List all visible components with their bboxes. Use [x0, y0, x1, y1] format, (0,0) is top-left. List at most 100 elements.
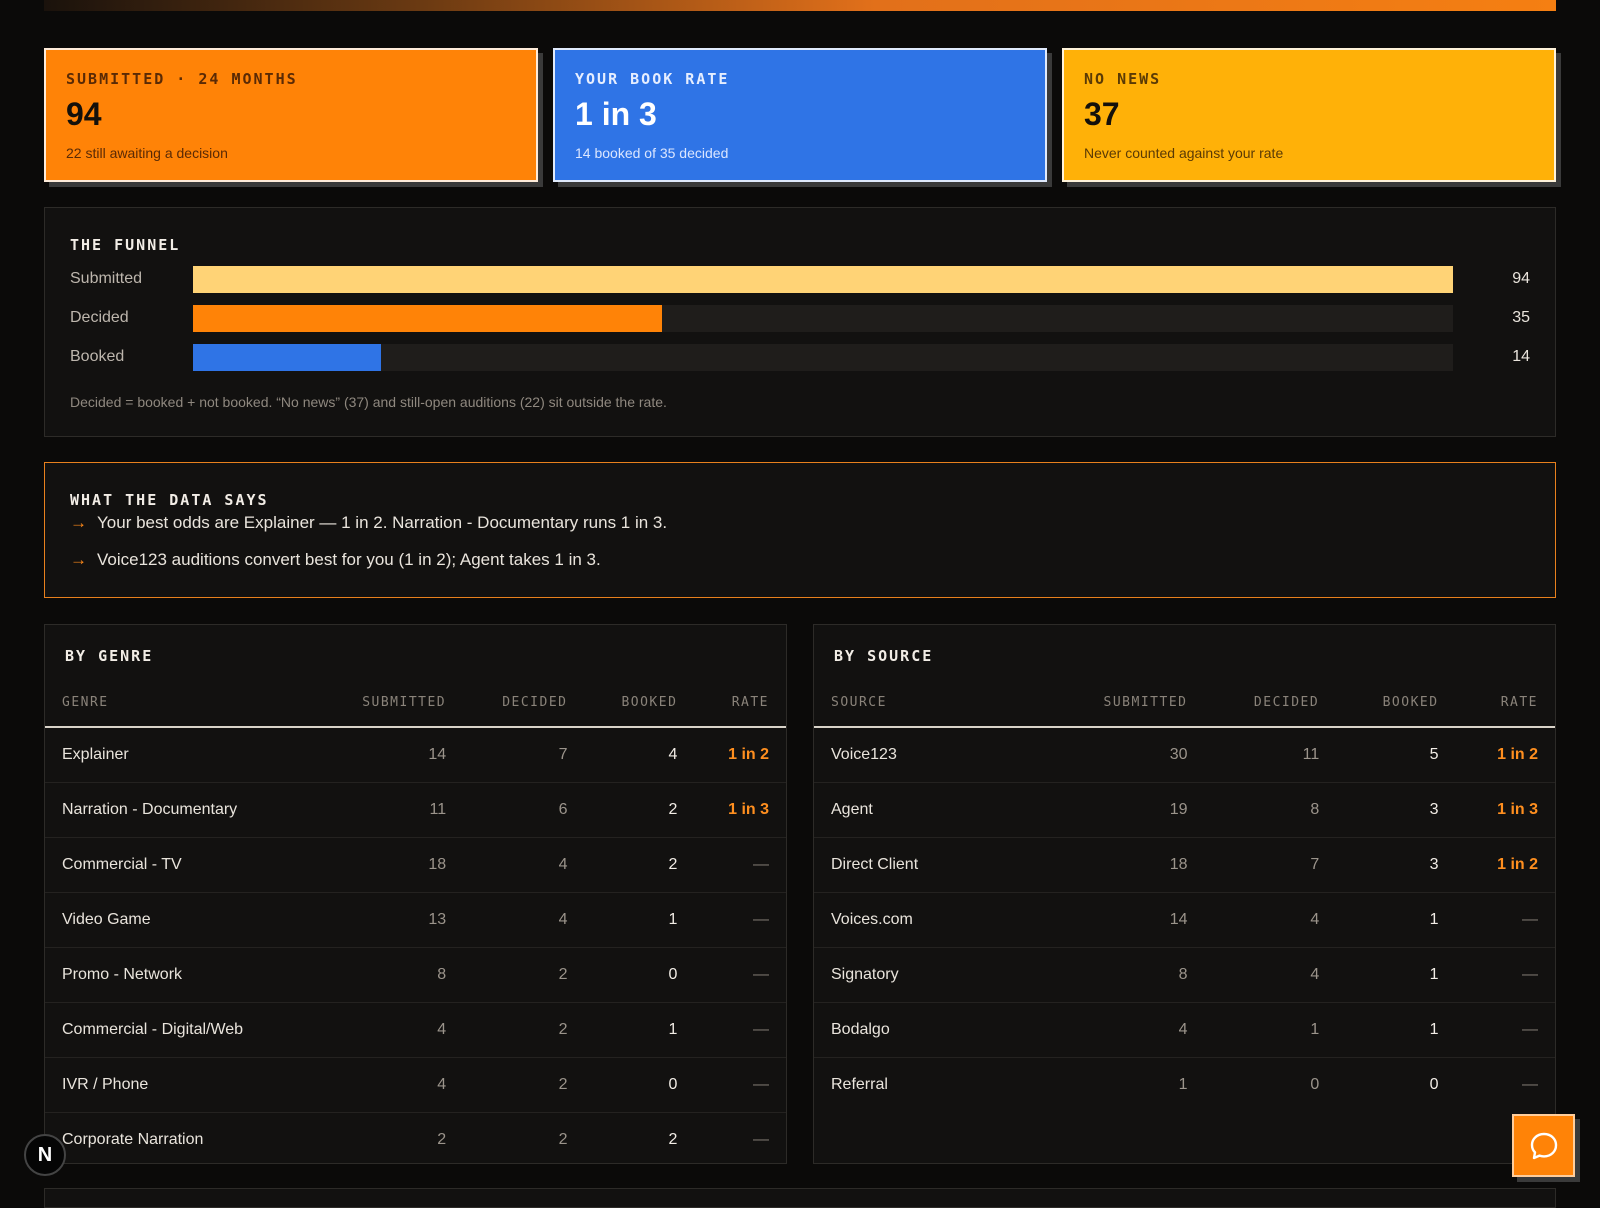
stat-card-submitted: SUBMITTED · 24 MONTHS 94 22 still awaiti…: [44, 48, 538, 182]
column-header: BOOKED: [1336, 679, 1456, 728]
table-row: Narration - Documentary 11 6 2 1 in 3: [45, 782, 786, 838]
table-row: Video Game 13 4 1—: [45, 892, 786, 948]
arrow-right-icon: →: [70, 513, 87, 532]
stat-value: 94: [66, 96, 102, 132]
stat-subtext: Never counted against your rate: [1084, 145, 1284, 161]
stat-label: YOUR BOOK RATE: [575, 70, 730, 88]
insight-item: → Voice123 auditions convert best for you…: [70, 550, 601, 570]
stat-card-no-news: NO NEWS 37 Never counted against your ra…: [1062, 48, 1556, 182]
insights-panel: WHAT THE DATA SAYS → Your best odds are E…: [44, 462, 1556, 598]
decided-cell: 4: [1204, 947, 1337, 1003]
column-header: SOURCE: [814, 679, 1048, 728]
column-header: RATE: [694, 679, 786, 728]
funnel-track: [193, 266, 1453, 293]
submitted-cell: 18: [1048, 837, 1205, 893]
column-header: DECIDED: [1204, 679, 1337, 728]
rate-cell: 1 in 2: [1455, 837, 1555, 893]
rate-cell: —: [694, 837, 786, 893]
table-row: Corporate Narration 2 2 2 —: [45, 1113, 786, 1168]
decided-cell: 2: [463, 1057, 585, 1113]
rate-cell: —: [694, 892, 786, 948]
chat-button[interactable]: [1512, 1114, 1575, 1177]
decided-cell: 7: [463, 727, 585, 783]
submitted-cell: 13: [319, 892, 464, 948]
column-header: SUBMITTED: [319, 679, 464, 728]
funnel-bar-decided: [193, 305, 663, 332]
table-row: Explainer 14 7 4 1 in 2: [45, 727, 786, 783]
rate-cell: 1 in 3: [1455, 782, 1555, 838]
booked-cell: 2: [584, 782, 695, 838]
booked-cell: 0: [584, 947, 695, 1003]
row-name: Voices.com: [814, 892, 1048, 948]
row-name: Commercial - TV: [45, 837, 319, 893]
booked-cell: 0: [584, 1057, 695, 1113]
booked-cell: 2: [668, 1131, 678, 1148]
row-name: Corporate Narration: [62, 1131, 204, 1148]
rate-cell: —: [694, 1057, 786, 1113]
funnel-track: [193, 344, 1453, 371]
decided-cell: 1: [1204, 1002, 1337, 1058]
decided-cell: 6: [463, 782, 585, 838]
table-header-row: SOURCE SUBMITTED DECIDED BOOKED RATE: [814, 679, 1555, 728]
column-header: BOOKED: [584, 679, 695, 728]
arrow-right-icon: →: [70, 550, 87, 569]
table-row: Signatory 8 4 1—: [814, 947, 1555, 1003]
app-badge-button[interactable]: N: [24, 1134, 66, 1176]
rate-cell: —: [1455, 1002, 1555, 1058]
insights-title: WHAT THE DATA SAYS: [70, 491, 269, 509]
stats-row: SUBMITTED · 24 MONTHS 94 22 still awaiti…: [44, 48, 1556, 184]
by-genre-panel: BY GENRE GENRE SUBMITTED DECIDED BOOKED …: [44, 624, 787, 1164]
by-genre-table: GENRE SUBMITTED DECIDED BOOKED RATE Expl…: [45, 679, 786, 1167]
funnel-label: Booked: [70, 348, 125, 365]
row-name: Narration - Documentary: [45, 782, 319, 838]
booked-cell: 5: [1336, 727, 1456, 783]
submitted-cell: 8: [319, 947, 464, 1003]
rate-cell: —: [753, 1131, 769, 1148]
table-row: Commercial - Digital/Web 4 2 1—: [45, 1002, 786, 1058]
decided-cell: 0: [1310, 1076, 1320, 1093]
table-row: Direct Client 18 7 3 1 in 2: [814, 837, 1555, 893]
row-name: Explainer: [45, 727, 319, 783]
stat-value: 1 in 3: [575, 96, 657, 132]
rate-cell: —: [694, 947, 786, 1003]
submitted-cell: 11: [319, 782, 464, 838]
row-name: Direct Client: [814, 837, 1048, 893]
rate-cell: —: [1455, 947, 1555, 1003]
decided-cell: 2: [463, 1002, 585, 1058]
booked-cell: 2: [584, 837, 695, 893]
table-row: Bodalgo 4 1 1—: [814, 1002, 1555, 1058]
table-row: IVR / Phone 4 2 0—: [45, 1057, 786, 1113]
submitted-cell: 4: [319, 1002, 464, 1058]
row-name: Agent: [814, 782, 1048, 838]
insight-text: Voice123 auditions convert best for you …: [97, 550, 601, 569]
submitted-cell: 19: [1048, 782, 1205, 838]
funnel-track: [193, 305, 1453, 332]
funnel-value: 94: [1512, 270, 1530, 287]
funnel-note: Decided = booked + not booked. “No news”…: [70, 394, 667, 410]
submitted-cell: 14: [1048, 892, 1205, 948]
row-name: Referral: [831, 1076, 888, 1093]
row-name: IVR / Phone: [45, 1057, 319, 1113]
funnel-label: Submitted: [70, 270, 143, 287]
next-panel-edge: [44, 1188, 1556, 1208]
column-header: SUBMITTED: [1048, 679, 1205, 728]
rate-cell: 1 in 2: [694, 727, 786, 783]
top-accent-bar: [44, 0, 1556, 11]
by-source-title: BY SOURCE: [834, 647, 934, 665]
table-header-row: GENRE SUBMITTED DECIDED BOOKED RATE: [45, 679, 786, 728]
stat-label: NO NEWS: [1084, 70, 1162, 88]
submitted-cell: 1: [1178, 1076, 1188, 1093]
column-header: GENRE: [45, 679, 319, 728]
stat-subtext: 14 booked of 35 decided: [575, 145, 729, 161]
booked-cell: 1: [1336, 892, 1456, 948]
decided-cell: 2: [558, 1131, 568, 1148]
insight-item: → Your best odds are Explainer — 1 in 2. …: [70, 513, 667, 533]
funnel-row-submitted: Submitted 94: [70, 266, 1530, 294]
stat-label: SUBMITTED · 24 MONTHS: [66, 70, 298, 88]
funnel-label: Decided: [70, 309, 129, 326]
funnel-row-decided: Decided 35: [70, 305, 1530, 333]
stat-subtext: 22 still awaiting a decision: [66, 145, 228, 161]
submitted-cell: 14: [319, 727, 464, 783]
submitted-cell: 2: [437, 1131, 447, 1148]
decided-cell: 2: [463, 947, 585, 1003]
